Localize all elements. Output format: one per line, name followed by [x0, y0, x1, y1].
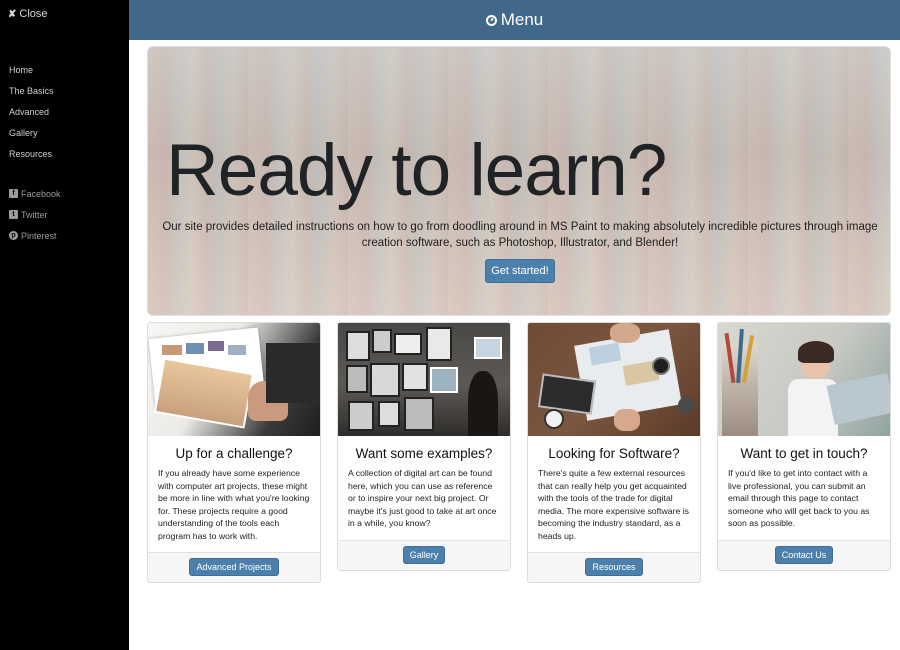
sidebar-item-the-basics[interactable]: The Basics: [9, 85, 54, 106]
advanced-projects-button[interactable]: Advanced Projects: [189, 558, 279, 576]
card-advanced: Up for a challenge? If you already have …: [147, 322, 321, 583]
card-footer: Advanced Projects: [148, 552, 320, 582]
sidebar-item-home[interactable]: Home: [9, 64, 54, 85]
resources-button[interactable]: Resources: [585, 558, 643, 576]
top-bar: Menu: [129, 0, 900, 40]
facebook-icon: f: [9, 189, 18, 198]
card-image: [338, 323, 510, 436]
hero-text: Our site provides detailed instructions …: [162, 221, 878, 249]
social-link-facebook[interactable]: f Facebook: [9, 183, 61, 204]
sidebar: ✘ Close Home The Basics Advanced Gallery…: [0, 0, 129, 650]
menu-label: Menu: [500, 10, 544, 29]
card-text: A collection of digital art can be found…: [348, 468, 497, 528]
menu-button[interactable]: Menu: [485, 10, 544, 30]
card-contact: Want to get in touch? If you'd like to g…: [717, 322, 891, 571]
card-title: Up for a challenge?: [175, 446, 293, 461]
card-title: Looking for Software?: [548, 446, 680, 461]
gallery-button[interactable]: Gallery: [402, 545, 446, 564]
card-text: There's quite a few external resources t…: [538, 468, 689, 541]
card-footer: Contact Us: [718, 539, 890, 570]
card-image: [718, 323, 890, 436]
sidebar-item-advanced[interactable]: Advanced: [9, 106, 54, 127]
hero-banner: Ready to learn? Our site provides detail…: [147, 46, 891, 316]
card-footer: Resources: [528, 552, 700, 582]
contact-us-button[interactable]: Contact Us: [774, 545, 834, 564]
card-title: Want to get in touch?: [740, 446, 868, 461]
social-links: f Facebook t Twitter p Pinterest: [9, 183, 61, 246]
sidebar-item-resources[interactable]: Resources: [9, 148, 54, 169]
card-text: If you already have some experience with…: [158, 468, 310, 541]
close-icon: ✘: [8, 8, 17, 20]
social-link-pinterest[interactable]: p Pinterest: [9, 225, 61, 246]
card-image: [528, 323, 700, 436]
card-gallery: Want some examples? A collection of digi…: [337, 322, 511, 571]
card-image: [148, 323, 320, 436]
social-link-twitter[interactable]: t Twitter: [9, 204, 61, 225]
social-label: Facebook: [21, 188, 61, 199]
twitter-icon: t: [9, 210, 18, 219]
close-button[interactable]: ✘ Close: [8, 8, 48, 20]
card-text: If you'd like to get into contact with a…: [728, 468, 870, 528]
card-footer: Gallery: [338, 539, 510, 570]
close-label: Close: [19, 8, 48, 20]
card-resources: Looking for Software? There's quite a fe…: [527, 322, 701, 583]
sidebar-item-gallery[interactable]: Gallery: [9, 127, 54, 148]
sidebar-nav: Home The Basics Advanced Gallery Resourc…: [9, 64, 54, 169]
compass-icon: [485, 14, 497, 26]
social-label: Pinterest: [21, 230, 57, 241]
pinterest-icon: p: [9, 231, 18, 240]
hero-title: Ready to learn?: [166, 130, 667, 211]
card-title: Want some examples?: [355, 446, 493, 461]
social-label: Twitter: [21, 209, 48, 220]
get-started-button[interactable]: Get started!: [485, 259, 555, 283]
